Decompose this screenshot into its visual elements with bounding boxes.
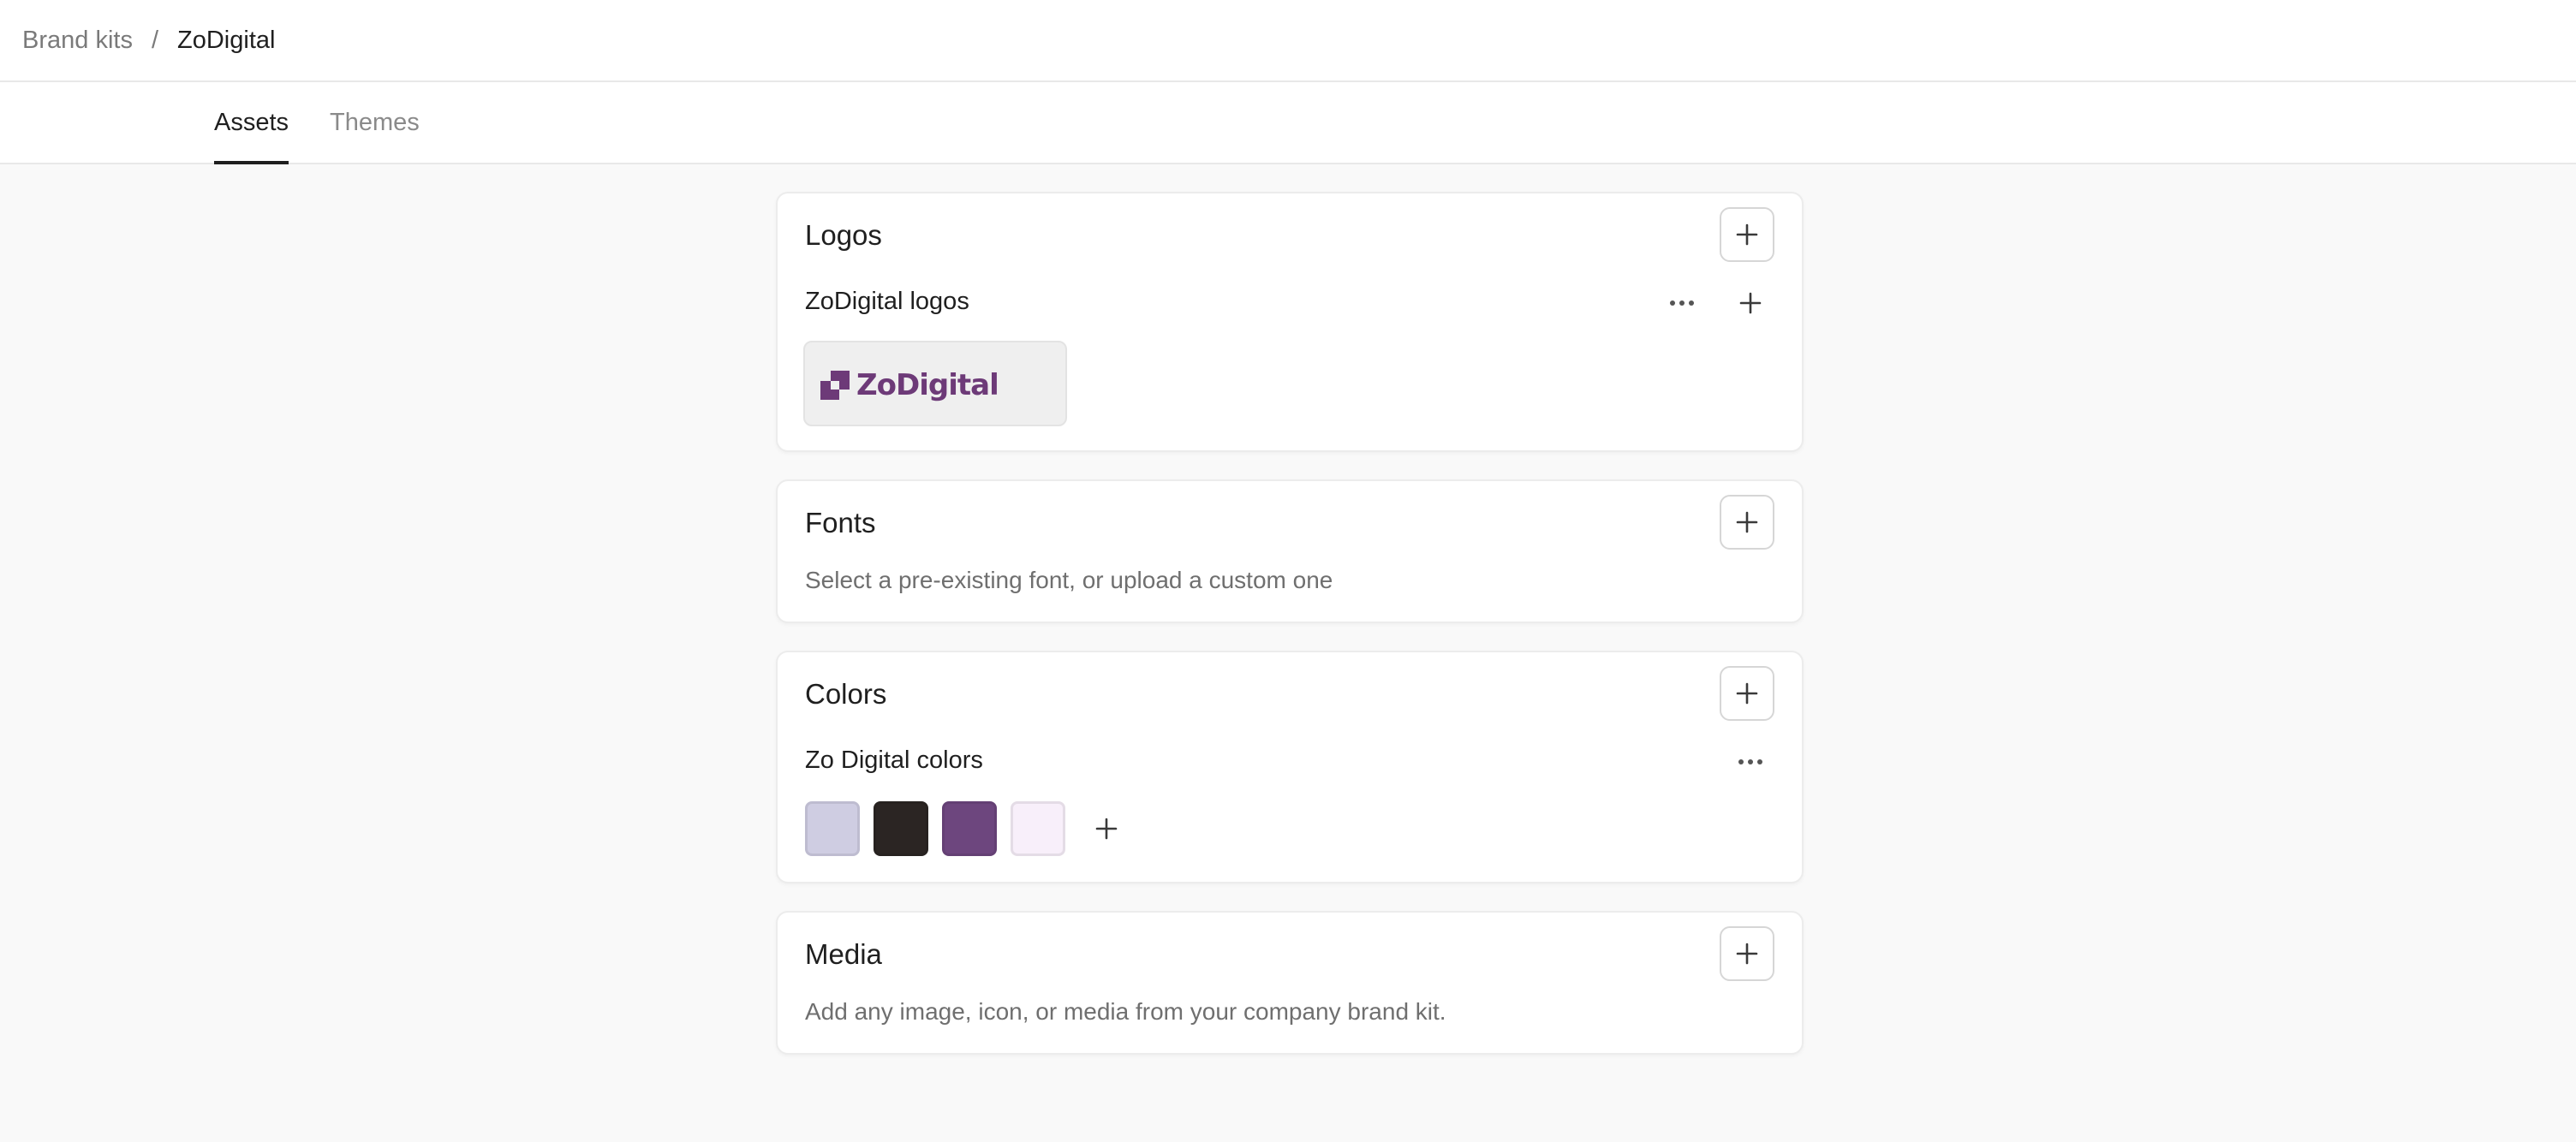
color-swatch[interactable] xyxy=(874,801,928,856)
fonts-title: Fonts xyxy=(805,507,876,538)
tab-assets[interactable]: Assets xyxy=(214,82,289,164)
logo-group-more-button[interactable] xyxy=(1661,283,1702,324)
plus-icon xyxy=(1736,511,1758,533)
add-media-button[interactable] xyxy=(1720,926,1774,981)
media-description: Add any image, icon, or media from your … xyxy=(805,998,1446,1025)
media-card: Media Add any image, icon, or media from… xyxy=(776,911,1804,1055)
breadcrumb-separator: / xyxy=(151,26,159,54)
plus-icon xyxy=(1739,292,1762,314)
zodigital-logo: ZoDigital xyxy=(820,368,999,402)
color-swatch[interactable] xyxy=(1011,801,1065,856)
colors-title: Colors xyxy=(805,678,887,710)
plus-icon xyxy=(1736,223,1758,246)
breadcrumb-current: ZoDigital xyxy=(177,26,276,54)
color-swatch[interactable] xyxy=(942,801,997,856)
logo-tile[interactable]: ZoDigital xyxy=(803,341,1067,426)
more-horizontal-icon xyxy=(1738,759,1762,764)
colors-group-label: Zo Digital colors xyxy=(805,746,983,774)
more-horizontal-icon xyxy=(1670,300,1694,306)
add-color-button[interactable] xyxy=(1086,808,1127,849)
logos-title: Logos xyxy=(805,219,882,251)
logo-wordmark: ZoDigital xyxy=(856,368,999,402)
plus-icon xyxy=(1736,943,1758,965)
tab-themes[interactable]: Themes xyxy=(330,82,420,163)
plus-icon xyxy=(1095,818,1118,840)
logos-group-label: ZoDigital logos xyxy=(805,288,969,315)
logos-card: Logos ZoDigital logos ZoDigital xyxy=(776,192,1804,452)
color-swatch[interactable] xyxy=(805,801,860,856)
add-font-button[interactable] xyxy=(1720,495,1774,550)
top-bar: Brand kits / ZoDigital xyxy=(0,0,2576,82)
breadcrumb: Brand kits / ZoDigital xyxy=(22,27,275,55)
breadcrumb-brand-kits-link[interactable]: Brand kits xyxy=(22,27,133,55)
add-color-palette-button[interactable] xyxy=(1720,666,1774,721)
fonts-card: Fonts Select a pre-existing font, or upl… xyxy=(776,479,1804,623)
add-logo-button[interactable] xyxy=(1720,207,1774,262)
fonts-description: Select a pre-existing font, or upload a … xyxy=(805,567,1333,593)
add-logo-to-group-button[interactable] xyxy=(1730,283,1771,324)
zodigital-logo-mark-icon xyxy=(820,371,850,400)
color-group-more-button[interactable] xyxy=(1730,741,1771,782)
media-title: Media xyxy=(805,938,882,970)
colors-card: Colors Zo Digital colors xyxy=(776,651,1804,883)
tabs-bar: Assets Themes xyxy=(0,82,2576,164)
plus-icon xyxy=(1736,682,1758,705)
